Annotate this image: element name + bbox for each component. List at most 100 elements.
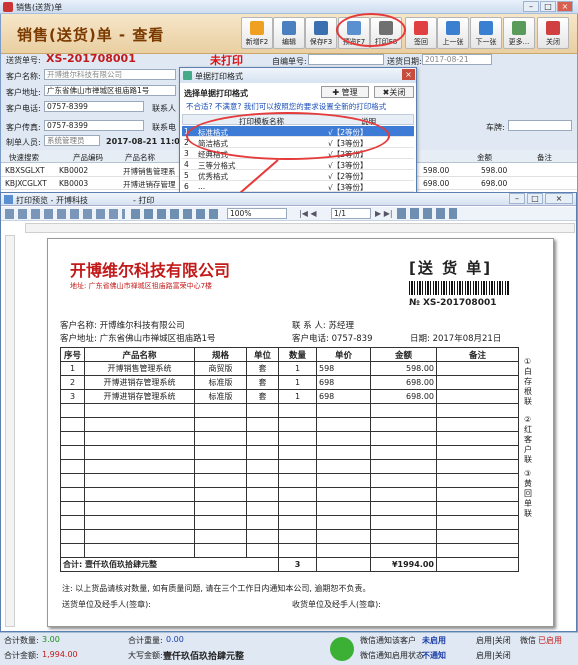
list-item[interactable]: 4 三等分格式 √【3等份】 — [182, 159, 414, 170]
preview-cell-price: 698 — [316, 375, 371, 390]
wechat-state-label: 微信 — [520, 636, 536, 645]
barcode-icon — [409, 281, 509, 295]
list-item[interactable]: 6... √【3等份】 — [182, 181, 414, 192]
preview-cell-no: 2 — [60, 375, 85, 390]
preview-cell-no: 3 — [60, 389, 85, 404]
preview-cell-unit: 套 — [246, 361, 279, 376]
maximize-icon[interactable]: □ — [540, 1, 556, 12]
preview-total-amount: ¥1994.00 — [370, 557, 437, 572]
toggle-status[interactable]: 启用|关闭 — [476, 650, 511, 661]
grid-col-note[interactable]: 备注 — [537, 152, 552, 163]
date-input[interactable]: 2017-08-21 — [422, 54, 492, 65]
maker-input[interactable]: 系统管理员 — [44, 135, 100, 146]
page-input[interactable]: 1/1 — [331, 208, 371, 219]
self-no-input[interactable] — [308, 54, 384, 65]
grid-col-amount[interactable]: 金额 — [477, 152, 492, 163]
grid-cell-code: KB0002 — [59, 166, 89, 175]
customer-input[interactable]: 开博维尔科技有限公司 — [44, 69, 176, 80]
status-qty: 3.00 — [42, 635, 60, 644]
preview-cell-spec — [194, 501, 247, 516]
preview-tools-icon[interactable] — [5, 209, 125, 219]
next-button[interactable]: 下一张 — [470, 17, 502, 49]
self-no-label: 自编单号: — [272, 57, 307, 66]
preview-cell-spec: 标准版 — [194, 389, 247, 404]
grid-col-name[interactable]: 产品名称 — [125, 152, 155, 163]
preview-cell-no — [60, 473, 85, 488]
grid-col-code[interactable]: 产品编码 — [73, 152, 103, 163]
preview-app-icon — [4, 195, 13, 204]
preview-cell-price — [316, 487, 371, 502]
manage-label: 管理 — [341, 88, 358, 97]
preview-minimize-icon[interactable]: – — [509, 193, 525, 204]
dialog-close-button[interactable]: ✖关闭 — [374, 86, 414, 98]
dialog-close-icon[interactable]: × — [402, 69, 415, 80]
table-row — [60, 543, 519, 558]
grid-cell-amount2: 598.00 — [481, 166, 508, 175]
preview-cell-qty — [278, 459, 317, 474]
preview-cell-price — [316, 529, 371, 544]
new-doc-button[interactable]: 新增F2 — [241, 17, 273, 49]
save-button[interactable]: 保存F3 — [305, 17, 337, 49]
more-button[interactable]: 更多... — [503, 17, 535, 49]
prev-button[interactable]: 上一张 — [437, 17, 469, 49]
close-icon — [546, 21, 560, 35]
preview-col-header: 备注 — [436, 347, 519, 362]
preview-cell-name: 开博销售管理系统 — [84, 361, 195, 376]
address-input[interactable]: 广东省佛山市禅城区祖庙路1号 — [44, 85, 176, 96]
preview-cell-name — [84, 431, 195, 446]
preview-cell-unit — [246, 445, 279, 460]
close-button[interactable]: 关闭 — [537, 17, 569, 49]
highlight-circle-toolbar — [336, 13, 406, 47]
preview-cell-spec — [194, 543, 247, 558]
toggle-customer[interactable]: 启用|关闭 — [476, 635, 511, 646]
preview-title-bar: 打印预览 - 开博科技 - 打印 – □ × — [1, 193, 576, 206]
preview-cell-name — [84, 473, 195, 488]
preview-cell-spec — [194, 529, 247, 544]
preview-tools-2-icon[interactable] — [131, 209, 221, 219]
preview-tools-3-icon[interactable] — [397, 208, 457, 219]
plate-input[interactable] — [508, 120, 572, 131]
check-button[interactable]: 签回 — [405, 17, 437, 49]
preview-cell-qty — [278, 487, 317, 502]
preview-cell-qty: 1 — [278, 375, 317, 390]
dialog-heading: 选择单据打印格式 — [184, 89, 248, 98]
next-page-icon[interactable]: ▶ ▶| — [375, 209, 393, 218]
wechat-status-state: 不通知 — [422, 651, 446, 660]
preview-cell-unit — [246, 529, 279, 544]
preview-maximize-icon[interactable]: □ — [527, 193, 543, 204]
phone-input[interactable]: 0757-8399 — [44, 101, 144, 112]
edit-button[interactable]: 编辑 — [273, 17, 305, 49]
list-item[interactable]: 5 优秀格式 √【2等份】 — [182, 170, 414, 181]
preview-cell-spec — [194, 417, 247, 432]
preview-close-icon[interactable]: × — [545, 193, 573, 204]
preview-cell-qty: 1 — [278, 361, 317, 376]
preview-cell-no — [60, 487, 85, 502]
table-row — [60, 459, 519, 474]
preview-cell-name — [84, 445, 195, 460]
close-window-icon[interactable]: × — [557, 1, 573, 12]
preview-cell-price — [316, 515, 371, 530]
preview-cell-no: 1 — [60, 361, 85, 376]
preview-col-header: 产品名称 — [84, 347, 195, 362]
first-page-icon[interactable]: |◀ ◀ — [299, 209, 317, 218]
dialog-hint-link[interactable]: 不合适? 不满意? 我们可以按照您的要求设置全新的打印格式 — [186, 101, 386, 112]
preview-cell-amount — [370, 473, 437, 488]
manage-button[interactable]: ✚ 管理 — [321, 86, 369, 98]
zoom-select[interactable]: 100% — [227, 208, 287, 219]
preview-cell-price — [316, 459, 371, 474]
minimize-icon[interactable]: – — [523, 1, 539, 12]
preview-cell-note — [436, 375, 519, 390]
order-no-label: 送货单号: — [6, 56, 41, 65]
preview-cell-no — [60, 403, 85, 418]
preview-cell-name — [84, 543, 195, 558]
preview-date: 日期: 2017年08月21日 — [410, 334, 502, 344]
header-bar: 销售(送货)单 - 查看 新增F2 编辑 保存F3 预览F7 打印F8 签回 上一张 下一张更… — [1, 14, 577, 54]
fax-input[interactable]: 0757-8399 — [44, 120, 144, 131]
preview-cell-no — [60, 417, 85, 432]
preview-cell-unit — [246, 543, 279, 558]
preview-col-header: 规格 — [194, 347, 247, 362]
grid-col-search[interactable]: 快速搜索 — [9, 152, 39, 163]
toolbar-label: 编辑 — [282, 38, 296, 46]
preview-cell-note — [436, 487, 519, 502]
preview-note: 注: 以上货品请核对数量, 如有质量问题, 请在三个工作日内通知本公司, 逾期恕… — [62, 584, 371, 593]
